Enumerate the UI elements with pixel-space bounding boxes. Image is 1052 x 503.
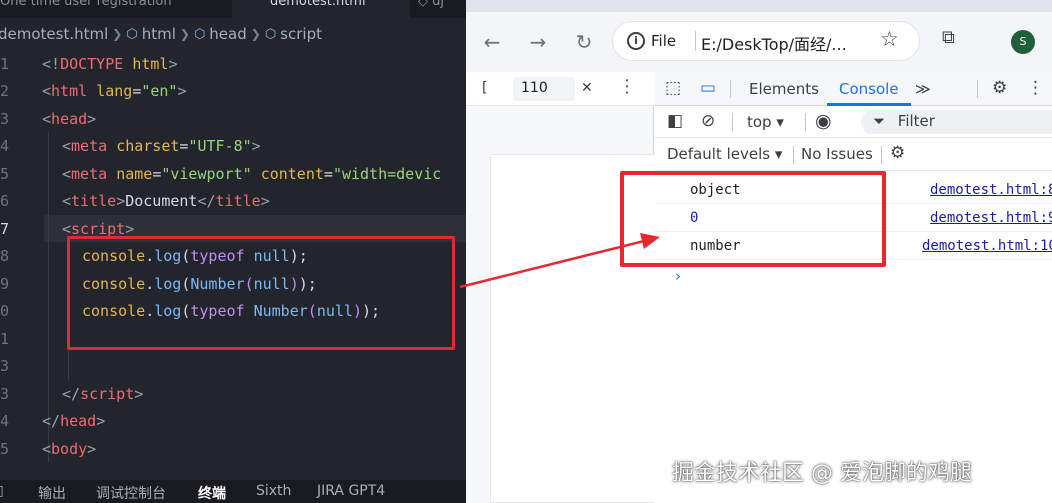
console-source-link[interactable]: demotest.html:9: [930, 210, 1052, 226]
more-vertical-icon[interactable]: ⋮: [618, 76, 636, 97]
code-line: 4 </head>: [0, 412, 106, 431]
breadcrumb-head[interactable]: head: [209, 25, 246, 43]
editor-tab-bar: One time user registration demotest.html…: [0, 0, 466, 18]
browser-toolbar: ← → ↻ i File E:/DeskTop/面经/...: [466, 12, 1052, 72]
code-line: 4 <meta charset="UTF-8">: [0, 137, 261, 156]
code-line: 3 </script>: [0, 384, 144, 403]
gear-icon[interactable]: ⚙: [890, 143, 905, 163]
log-levels-dropdown[interactable]: Default levels ▾: [667, 145, 782, 163]
divider: [732, 113, 733, 131]
panel-tab-debug-console[interactable]: 调试控制台: [96, 483, 166, 503]
device-toggle-icon[interactable]: ▭: [700, 78, 716, 98]
breadcrumb-script[interactable]: script: [280, 25, 322, 43]
code-editor: One time user registration demotest.html…: [0, 0, 466, 503]
eye-icon[interactable]: ◉: [815, 110, 832, 132]
code-line: 6 <title>Document</title>: [0, 192, 270, 211]
url-text[interactable]: E:/DeskTop/面经/...: [701, 31, 847, 55]
device-toolbar: [ 110 ✕ ⋮: [466, 72, 654, 106]
chevron-right-icon: ❯: [112, 27, 123, 41]
filter-icon: ⏷: [873, 112, 886, 130]
breadcrumb: demotest.html ❯ ⬡ html ❯ ⬡ head ❯ ⬡ scri…: [0, 22, 322, 46]
cube-icon: ⬡: [264, 26, 277, 42]
divider: [881, 146, 882, 164]
forward-icon[interactable]: →: [526, 30, 550, 54]
breadcrumb-file[interactable]: demotest.html: [0, 25, 108, 43]
viewport-width-input[interactable]: 110: [513, 77, 575, 101]
filter-input[interactable]: ⏷ Filter: [861, 110, 1052, 134]
editor-tab-demotest[interactable]: demotest.html: [232, 0, 410, 18]
info-icon[interactable]: i: [627, 32, 645, 50]
editor-tab-more[interactable]: ◇ dj: [410, 0, 466, 18]
clear-console-icon[interactable]: ⊘: [701, 111, 715, 131]
browser-window: ← → ↻ i File E:/DeskTop/面经/... ☆ ⧉ S [ 1…: [466, 0, 1052, 503]
context-selector[interactable]: top ▾: [747, 113, 784, 131]
sidebar-toggle-icon[interactable]: ◧: [667, 111, 683, 131]
inspect-element-icon[interactable]: ⬚: [665, 78, 681, 98]
tab-elements[interactable]: Elements: [749, 80, 819, 98]
annotation-box-console: [620, 171, 886, 267]
breadcrumb-html[interactable]: html: [142, 25, 176, 43]
code-line: 3 <head>: [0, 109, 97, 128]
cube-icon: ⬡: [193, 26, 206, 42]
console-toolbar: ◧ ⊘ top ▾ ◉ ⏷ Filter: [655, 106, 1052, 138]
chevron-right-icon: ❯: [179, 27, 190, 41]
page-viewport: [ 110 ✕ ⋮: [466, 72, 654, 503]
divider: [793, 146, 794, 164]
dimensions-bracket-icon: [: [482, 80, 488, 96]
watermark: 掘金技术社区 @ 爱泡脚的鸡腿: [672, 461, 972, 486]
close-icon[interactable]: ✕: [581, 80, 593, 96]
divider: [695, 31, 696, 51]
panel-tab-jira-gpt4[interactable]: JIRA GPT4: [317, 483, 385, 499]
code-line: 5 <body>: [0, 439, 97, 458]
console-source-link[interactable]: demotest.html:10: [922, 238, 1052, 254]
annotation-box-code: [67, 236, 455, 350]
profile-avatar[interactable]: S: [1011, 30, 1035, 54]
devtools-panel: ⬚ ▭ Elements Console ≫ ⚙ ⋮ ◧ ⊘ top ▾ ◉ ⏷…: [620, 72, 1052, 503]
code-line: 1 <!DOCTYPE html>: [0, 54, 178, 73]
console-settings-bar: Default levels ▾ No Issues ⚙: [655, 138, 1052, 171]
bookmark-star-icon[interactable]: ☆: [880, 27, 899, 51]
address-bar[interactable]: i File E:/DeskTop/面经/...: [612, 21, 920, 61]
panel-tab-terminal[interactable]: 终端: [198, 483, 226, 503]
code-line: 5 <meta name="viewport" content="width=de…: [0, 164, 442, 183]
issues-count[interactable]: No Issues: [801, 145, 873, 163]
console-prompt-icon[interactable]: ›: [675, 267, 681, 285]
back-icon[interactable]: ←: [480, 30, 504, 54]
console-source-link[interactable]: demotest.html:8: [930, 182, 1052, 198]
file-label: File: [651, 32, 677, 50]
chevron-right-icon: ❯: [250, 27, 261, 41]
extensions-icon[interactable]: ⧉: [942, 27, 955, 48]
panel-tab-problems[interactable]: ▯: [0, 483, 4, 499]
panel-tab-bar: ▯ 输出 调试控制台 终端 Sixth JIRA GPT4: [0, 480, 466, 503]
gear-icon[interactable]: ⚙: [992, 78, 1007, 98]
editor-tab-registration[interactable]: One time user registration: [0, 0, 222, 18]
code-line: 2 <html lang="en">: [0, 82, 187, 101]
more-tabs-icon[interactable]: ≫: [915, 80, 931, 98]
divider: [730, 80, 731, 98]
divider: [977, 80, 978, 98]
code-line: 3: [0, 357, 10, 376]
reload-icon[interactable]: ↻: [572, 30, 596, 54]
cube-icon: ⬡: [126, 26, 138, 42]
devtools-tab-bar: ⬚ ▭ Elements Console ≫ ⚙ ⋮: [655, 72, 1052, 106]
browser-tab-strip: [466, 0, 1052, 12]
divider: [805, 113, 806, 131]
panel-tab-sixth[interactable]: Sixth: [256, 483, 291, 499]
tab-console[interactable]: Console: [839, 80, 899, 98]
panel-tab-output[interactable]: 输出: [38, 483, 66, 503]
more-vertical-icon[interactable]: ⋮: [1027, 78, 1044, 98]
